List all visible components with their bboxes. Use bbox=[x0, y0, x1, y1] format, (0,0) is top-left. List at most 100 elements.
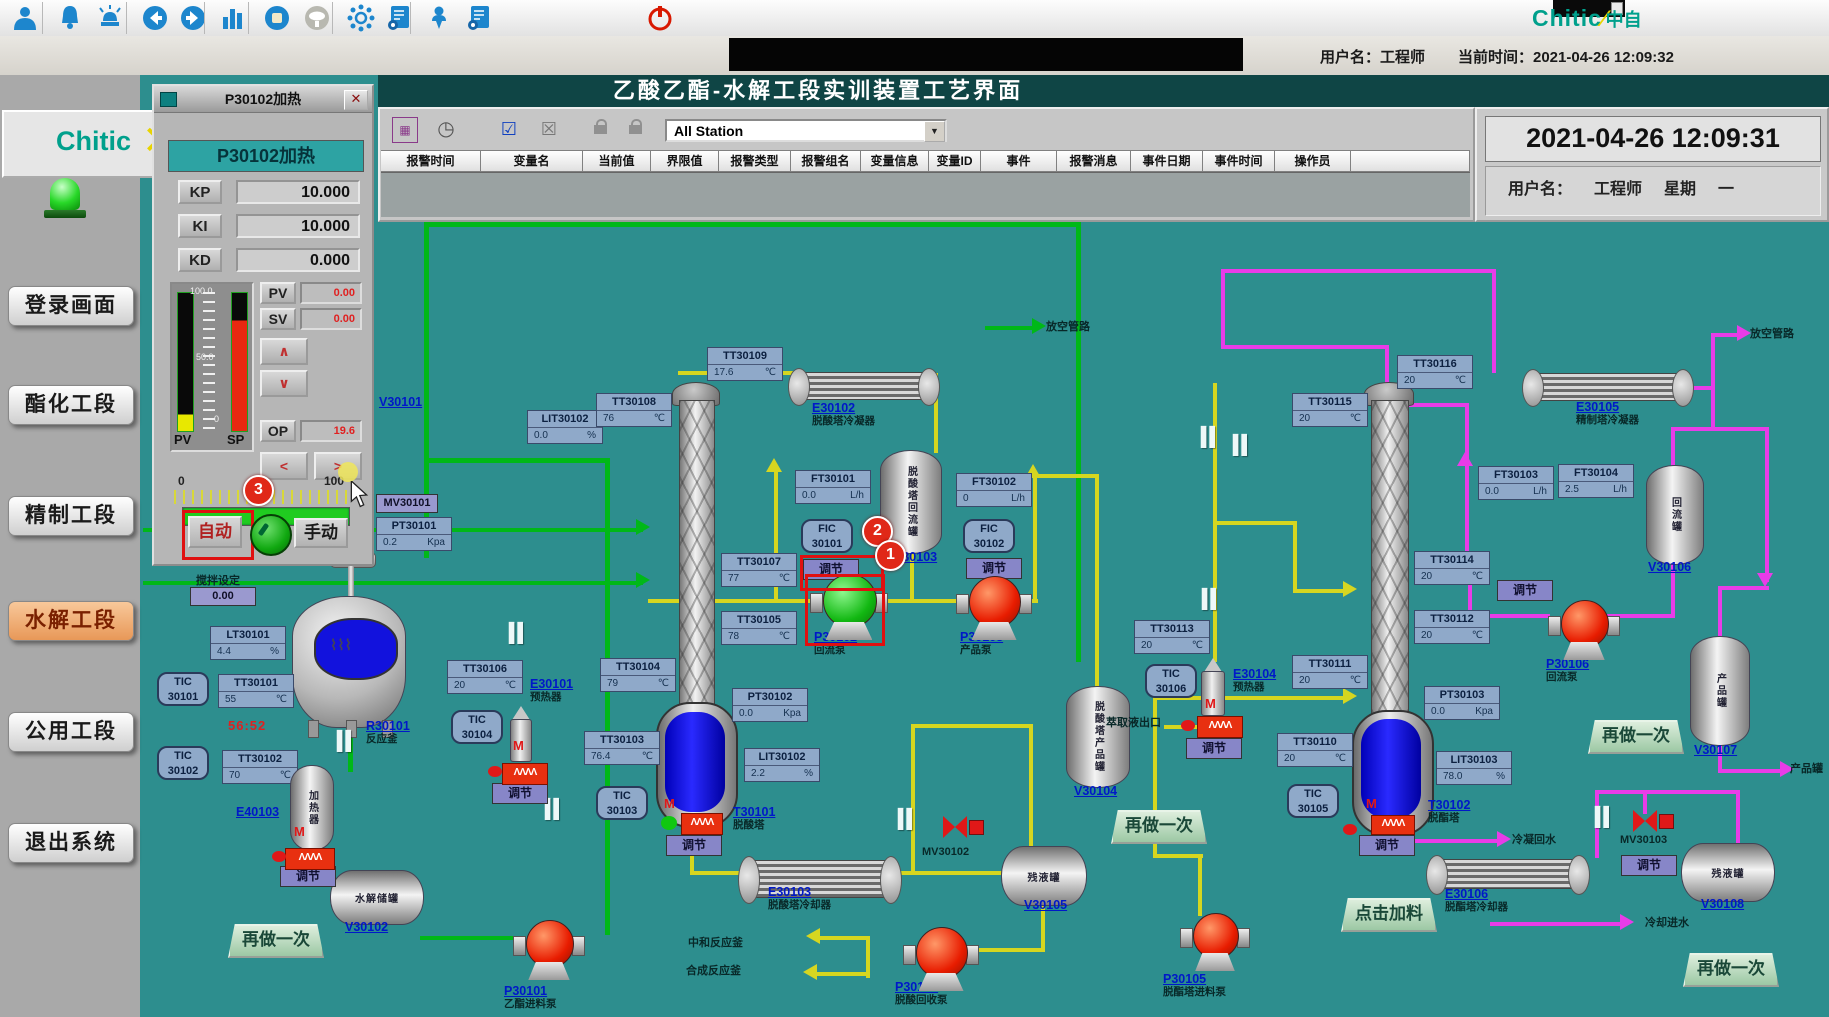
alarm-column-5[interactable]: 报警类型 bbox=[719, 150, 791, 172]
siren-icon[interactable] bbox=[95, 3, 125, 33]
sidebar-item-1[interactable]: 登录画面 bbox=[8, 286, 134, 326]
sidebar-item-6[interactable]: 退出系统 bbox=[8, 823, 134, 863]
bar-chart-icon[interactable] bbox=[218, 3, 248, 33]
alarm-column-13[interactable]: 操作员 bbox=[1275, 150, 1351, 172]
increment-button[interactable]: ∧ bbox=[260, 338, 308, 365]
horizontal-tank[interactable]: 水解储罐 bbox=[330, 870, 424, 925]
horizontal-tank[interactable]: 残液罐 bbox=[1001, 846, 1087, 906]
alarm-history-icon[interactable]: ◷ bbox=[434, 117, 458, 141]
column-T30101-body[interactable] bbox=[679, 400, 715, 710]
equip-id[interactable]: E30101 bbox=[530, 678, 573, 691]
equip-id[interactable]: E30105 bbox=[1576, 401, 1639, 414]
manual-mode-button[interactable]: 手动 bbox=[294, 518, 348, 548]
preheater-vessel[interactable] bbox=[510, 706, 532, 762]
mode-knob[interactable] bbox=[250, 514, 292, 556]
vertical-tank[interactable]: 回流罐 bbox=[1646, 465, 1704, 565]
op-left-button[interactable]: < bbox=[260, 452, 308, 480]
ki-value[interactable]: 10.000 bbox=[236, 214, 360, 238]
gear-network-icon[interactable] bbox=[346, 3, 376, 33]
controller-FIC30101[interactable]: FIC30101 bbox=[801, 519, 853, 553]
adjust-button[interactable]: 调节 bbox=[666, 835, 722, 856]
ack-check-icon[interactable]: ☑ bbox=[497, 117, 521, 141]
vertical-tank[interactable]: 脱酸塔产品罐 bbox=[1066, 686, 1130, 788]
valve-MV30103[interactable] bbox=[1633, 810, 1657, 832]
decrement-button[interactable]: ∨ bbox=[260, 370, 308, 397]
controller-TIC30102[interactable]: TIC30102 bbox=[157, 746, 209, 780]
equip-id[interactable]: V30102 bbox=[345, 921, 388, 934]
bell-icon[interactable] bbox=[55, 3, 85, 33]
equip-id[interactable]: E30103 bbox=[768, 886, 831, 899]
unlock-icon[interactable] bbox=[629, 125, 642, 134]
alarm-column-10[interactable]: 报警消息 bbox=[1057, 150, 1131, 172]
ack-cancel-icon[interactable]: ☒ bbox=[537, 117, 561, 141]
pump-P30106[interactable] bbox=[1548, 600, 1620, 668]
equip-id[interactable]: E30102 bbox=[812, 402, 875, 415]
alarm-column-6[interactable]: 报警组名 bbox=[791, 150, 861, 172]
controller-TIC30105[interactable]: TIC30105 bbox=[1287, 784, 1339, 818]
alarm-column-12[interactable]: 事件时间 bbox=[1203, 150, 1275, 172]
dropdown-arrow-icon[interactable]: ▼ bbox=[924, 121, 945, 142]
sp-bar[interactable] bbox=[231, 292, 248, 432]
station-dropdown[interactable]: All Station▼ bbox=[665, 119, 947, 142]
adjust-button[interactable]: 调节 bbox=[1497, 580, 1553, 601]
electric-heater[interactable]: ΛΛΛΛ bbox=[285, 848, 335, 870]
heat-exchanger[interactable] bbox=[788, 368, 940, 404]
alarm-grid-icon[interactable]: ▦ bbox=[392, 117, 418, 143]
equip-id[interactable]: E30106 bbox=[1445, 888, 1508, 901]
equip-id[interactable]: R30101 bbox=[366, 720, 410, 733]
action-button-再做一次[interactable]: 再做一次 bbox=[228, 924, 324, 958]
pump-P30101[interactable] bbox=[513, 920, 585, 988]
alarm-column-3[interactable]: 当前值 bbox=[583, 150, 651, 172]
alarm-column-8[interactable]: 变量ID bbox=[929, 150, 981, 172]
controller-TIC30101[interactable]: TIC30101 bbox=[157, 672, 209, 706]
equip-id[interactable]: V30105 bbox=[1024, 899, 1067, 912]
power-icon[interactable] bbox=[645, 3, 675, 33]
sidebar-item-3[interactable]: 精制工段 bbox=[8, 496, 134, 536]
controller-TIC30103[interactable]: TIC30103 bbox=[596, 786, 648, 820]
equip-id[interactable]: V30106 bbox=[1648, 561, 1691, 574]
electric-heater[interactable]: ΛΛΛΛ bbox=[1371, 815, 1415, 835]
action-button-再做一次[interactable]: 再做一次 bbox=[1588, 720, 1684, 754]
sidebar-item-4[interactable]: 水解工段 bbox=[8, 601, 134, 641]
sidebar-item-5[interactable]: 公用工段 bbox=[8, 712, 134, 752]
equip-id[interactable]: V30108 bbox=[1701, 898, 1744, 911]
alarm-column-9[interactable]: 事件 bbox=[981, 150, 1057, 172]
electric-heater[interactable]: ΛΛΛΛ bbox=[681, 813, 723, 835]
sidebar-item-2[interactable]: 酯化工段 bbox=[8, 385, 134, 425]
equip-id[interactable]: E30104 bbox=[1233, 668, 1276, 681]
equip-id[interactable]: T30102 bbox=[1428, 799, 1470, 812]
adjust-button[interactable]: 调节 bbox=[1186, 738, 1242, 759]
user-icon[interactable] bbox=[10, 3, 40, 33]
field-MV30101[interactable]: MV30101 bbox=[376, 494, 438, 513]
pump-P30103[interactable] bbox=[956, 576, 1032, 648]
kp-value[interactable]: 10.000 bbox=[236, 180, 360, 204]
report-gear2-icon[interactable] bbox=[464, 3, 494, 33]
electric-heater[interactable]: ΛΛΛΛ bbox=[502, 763, 548, 785]
horizontal-tank[interactable]: 残液罐 bbox=[1681, 843, 1775, 902]
action-button-再做一次[interactable]: 再做一次 bbox=[1683, 953, 1779, 987]
dialog-titlebar[interactable]: P30102加热 bbox=[154, 86, 372, 113]
controller-TIC30106[interactable]: TIC30106 bbox=[1145, 664, 1197, 698]
kd-value[interactable]: 0.000 bbox=[236, 248, 360, 272]
back-icon[interactable] bbox=[140, 3, 170, 33]
column-T30102-body[interactable] bbox=[1371, 400, 1409, 714]
equip-id[interactable]: T30101 bbox=[733, 806, 775, 819]
action-button-再做一次[interactable]: 再做一次 bbox=[1111, 810, 1207, 844]
controller-TIC30104[interactable]: TIC30104 bbox=[451, 710, 503, 744]
lock-icon[interactable] bbox=[594, 125, 607, 134]
alarm-column-4[interactable]: 界限值 bbox=[651, 150, 719, 172]
person-pin-icon[interactable] bbox=[424, 3, 454, 33]
vertical-tank[interactable]: 产品罐 bbox=[1690, 636, 1750, 746]
electric-heater[interactable]: ΛΛΛΛ bbox=[1197, 716, 1243, 738]
adjust-button[interactable]: 调节 bbox=[492, 783, 548, 804]
controller-FIC30102[interactable]: FIC30102 bbox=[963, 519, 1015, 553]
equip-id[interactable]: E40103 bbox=[236, 806, 279, 819]
alarm-table-body[interactable] bbox=[381, 172, 1470, 217]
eye-icon[interactable] bbox=[302, 3, 332, 33]
op-readout[interactable]: 19.6 bbox=[300, 420, 362, 442]
pump-P30105[interactable] bbox=[1180, 913, 1250, 979]
pump-P30104[interactable] bbox=[903, 927, 979, 999]
action-button-点击加料[interactable]: 点击加料 bbox=[1341, 898, 1437, 932]
valve-MV30102[interactable] bbox=[943, 816, 967, 838]
equip-id[interactable]: V30101 bbox=[379, 396, 422, 409]
